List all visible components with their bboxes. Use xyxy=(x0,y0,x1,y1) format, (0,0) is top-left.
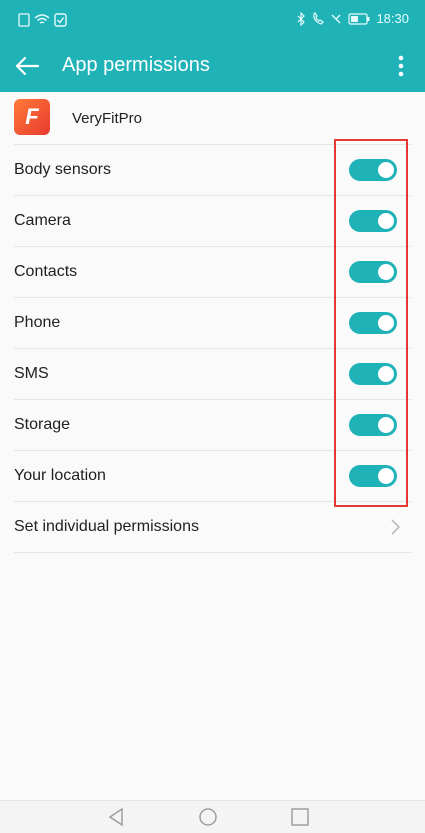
permission-label: Body sensors xyxy=(14,161,111,178)
set-individual-permissions-label: Set individual permissions xyxy=(14,518,199,535)
status-bar: 18:30 xyxy=(0,0,425,40)
battery-icon xyxy=(348,12,370,25)
shield-icon xyxy=(54,13,67,27)
page-title: App permissions xyxy=(62,54,210,76)
highlight-box xyxy=(334,139,408,507)
app-bar: App permissions xyxy=(0,40,425,92)
signal-icon xyxy=(331,14,341,23)
permission-label: Contacts xyxy=(14,263,78,280)
chevron-right-icon xyxy=(391,519,401,535)
app-name: VeryFitPro xyxy=(72,110,143,127)
recents-square-icon[interactable] xyxy=(288,805,312,829)
set-individual-permissions-row[interactable]: Set individual permissions xyxy=(14,501,411,553)
navigation-bar xyxy=(0,800,425,833)
permission-label: Camera xyxy=(14,212,71,229)
status-left-icons xyxy=(18,13,67,27)
permission-label: SMS xyxy=(14,365,49,382)
app-header: F VeryFitPro xyxy=(0,92,425,144)
sim-icon xyxy=(18,13,30,27)
app-icon: F xyxy=(14,99,50,135)
status-right-icons: 18:30 xyxy=(296,11,409,26)
permission-label: Your location xyxy=(14,467,106,484)
wifi-icon xyxy=(34,14,50,24)
call-icon xyxy=(313,11,325,25)
bluetooth-icon xyxy=(298,11,306,26)
home-circle-icon[interactable] xyxy=(196,805,220,829)
status-time: 18:30 xyxy=(376,11,409,26)
more-options-icon[interactable] xyxy=(391,52,411,80)
back-triangle-icon[interactable] xyxy=(104,805,128,829)
permission-label: Storage xyxy=(14,416,71,433)
back-arrow-icon[interactable] xyxy=(12,52,42,80)
permission-label: Phone xyxy=(14,314,61,331)
